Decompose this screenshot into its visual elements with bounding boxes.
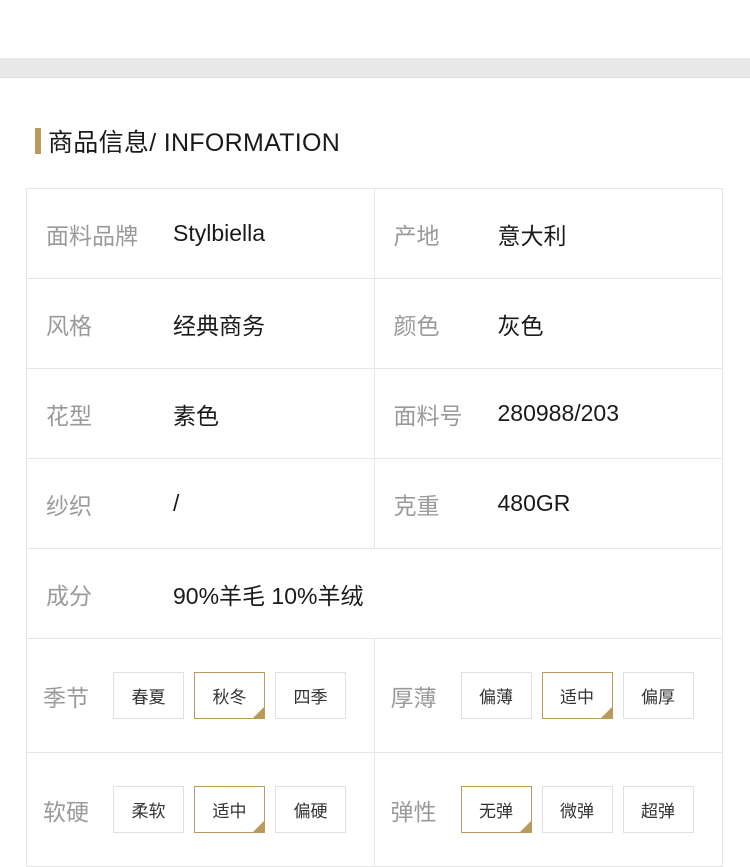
attribute-label: 弹性 — [390, 798, 437, 825]
option-label: 微弹 — [560, 802, 594, 821]
info-value: / — [173, 490, 180, 516]
attribute-row: 软硬 柔软 适中 偏硬 弹性 无弹 微弹 超弹 — [27, 753, 723, 867]
attribute-cell-season: 季节 春夏 秋冬 四季 — [27, 639, 375, 752]
section-divider-band — [0, 58, 750, 78]
option-label: 柔软 — [131, 802, 166, 821]
option-chip[interactable]: 偏厚 — [622, 672, 694, 719]
info-row-composition: 成分 90%羊毛 10%羊绒 — [27, 549, 723, 639]
info-value: 90%羊毛 10%羊绒 — [173, 582, 364, 609]
info-label: 产地 — [393, 222, 440, 249]
info-value: Stylbiella — [173, 220, 266, 246]
attribute-cell-hardness: 软硬 柔软 适中 偏硬 — [27, 753, 375, 866]
info-cell-pattern: 花型 素色 — [27, 369, 375, 458]
info-cell-fabric-brand: 面料品牌 Stylbiella — [27, 189, 375, 278]
option-chip[interactable]: 偏薄 — [460, 672, 532, 719]
option-chip[interactable]: 超弹 — [622, 786, 694, 833]
info-row: 纱织 / 克重 480GR — [27, 459, 723, 549]
option-label: 偏硬 — [293, 802, 328, 821]
info-cell-fabric-number: 面料号 280988/203 — [375, 369, 723, 458]
info-label: 面料品牌 — [46, 222, 138, 249]
info-value: 素色 — [173, 402, 219, 429]
elasticity-options: 无弹 微弹 超弹 — [460, 786, 694, 833]
info-label: 风格 — [46, 312, 92, 339]
option-chip[interactable]: 偏硬 — [275, 786, 346, 833]
option-label: 春夏 — [131, 688, 166, 707]
option-chip[interactable]: 适中 — [194, 786, 265, 833]
attribute-label: 厚薄 — [390, 684, 437, 711]
info-value: 意大利 — [497, 222, 567, 249]
section-header: 商品信息/ INFORMATION — [35, 126, 341, 157]
info-row: 面料品牌 Stylbiella 产地 意大利 — [27, 189, 723, 279]
top-blank-area — [0, 0, 750, 58]
attribute-cell-thickness: 厚薄 偏薄 适中 偏厚 — [375, 639, 723, 752]
selected-corner-mark — [518, 820, 532, 833]
info-label: 颜色 — [393, 312, 440, 339]
attribute-row: 季节 春夏 秋冬 四季 厚薄 偏薄 适中 偏厚 — [27, 639, 723, 753]
option-label: 超弹 — [641, 802, 675, 821]
info-cell-composition: 成分 90%羊毛 10%羊绒 — [27, 549, 723, 638]
info-cell-style: 风格 经典商务 — [27, 279, 375, 368]
option-label: 四季 — [293, 688, 328, 707]
thickness-options: 偏薄 适中 偏厚 — [460, 672, 694, 719]
attribute-cell-elasticity: 弹性 无弹 微弹 超弹 — [375, 753, 723, 866]
season-options: 春夏 秋冬 四季 — [113, 672, 346, 719]
info-cell-color: 颜色 灰色 — [375, 279, 723, 368]
option-label: 适中 — [212, 802, 247, 821]
option-chip[interactable]: 春夏 — [113, 672, 184, 719]
option-label: 适中 — [560, 688, 594, 707]
section-title: 商品信息/ INFORMATION — [48, 129, 341, 157]
info-label: 成分 — [46, 582, 92, 609]
selected-corner-mark — [599, 706, 613, 719]
info-cell-origin: 产地 意大利 — [375, 189, 723, 278]
info-row: 花型 素色 面料号 280988/203 — [27, 369, 723, 459]
info-cell-yarn-count: 纱织 / — [27, 459, 375, 548]
info-label: 纱织 — [46, 492, 92, 519]
option-chip[interactable]: 柔软 — [113, 786, 184, 833]
info-value: 280988/203 — [497, 400, 620, 426]
info-row: 风格 经典商务 颜色 灰色 — [27, 279, 723, 369]
info-cell-weight: 克重 480GR — [375, 459, 723, 548]
option-label: 偏薄 — [479, 688, 513, 707]
selected-corner-mark — [252, 820, 265, 833]
info-label: 面料号 — [393, 402, 463, 429]
option-chip[interactable]: 适中 — [541, 672, 613, 719]
selected-corner-mark — [252, 706, 265, 719]
info-label: 克重 — [393, 492, 440, 519]
info-value: 灰色 — [497, 312, 544, 339]
product-info-table: 面料品牌 Stylbiella 产地 意大利 风格 经典商务 颜色 灰色 花型 … — [26, 188, 723, 867]
option-label: 秋冬 — [212, 688, 247, 707]
option-chip[interactable]: 四季 — [275, 672, 346, 719]
info-value: 480GR — [497, 490, 571, 516]
option-label: 偏厚 — [641, 688, 675, 707]
attribute-label: 季节 — [43, 684, 89, 711]
info-label: 花型 — [46, 402, 92, 429]
attribute-label: 软硬 — [43, 798, 89, 825]
option-chip[interactable]: 秋冬 — [194, 672, 265, 719]
option-chip[interactable]: 无弹 — [460, 786, 532, 833]
option-chip[interactable]: 微弹 — [541, 786, 613, 833]
option-label: 无弹 — [479, 802, 513, 821]
hardness-options: 柔软 适中 偏硬 — [113, 786, 346, 833]
title-accent-bar — [35, 128, 41, 154]
info-value: 经典商务 — [173, 312, 265, 339]
